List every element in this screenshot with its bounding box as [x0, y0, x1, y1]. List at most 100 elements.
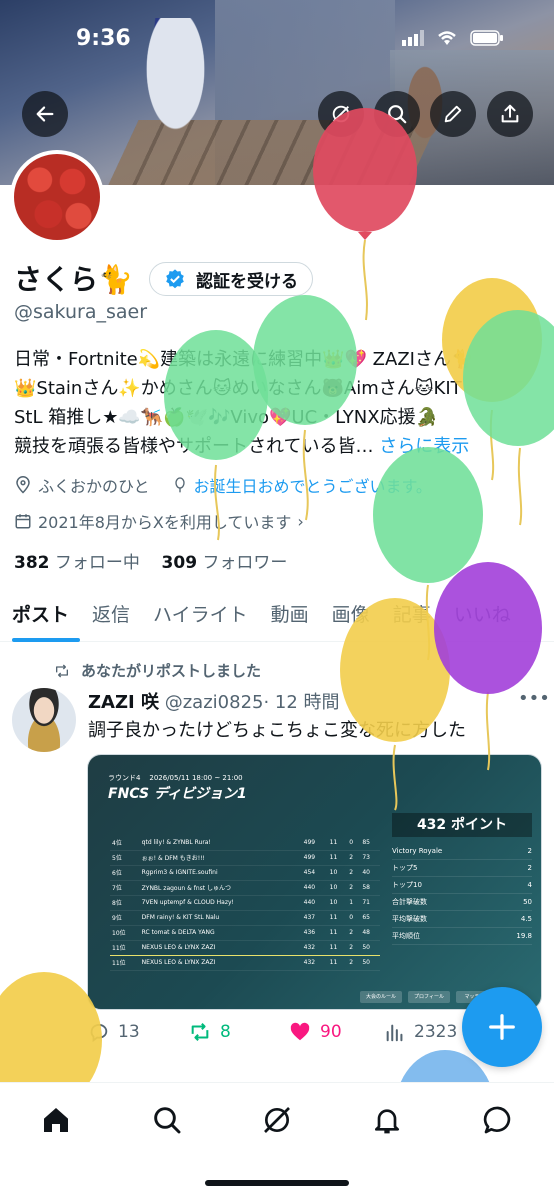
like-button[interactable]: 90 — [288, 1021, 384, 1043]
media-stats: Victory Royale 2 トップ5 2 トップ10 4 合計撃破数 50 平均撃破数 4.… — [392, 843, 532, 945]
post-time: · 12 時間 — [263, 692, 340, 713]
media-stat-row: 平均撃破数 4.5 — [392, 911, 532, 928]
profile-joined: 2021年8月からXを利用しています — [38, 513, 292, 532]
bio-line: 競技を頑張る皆様やサポートされている皆… — [14, 436, 374, 457]
leaderboard-row: 7位 ZYNBL zagoun & fnst しゅんつ 440 10 2 58 — [110, 880, 380, 896]
media-stat-row: トップ10 4 — [392, 877, 532, 894]
search-button[interactable] — [374, 91, 420, 137]
media-stat-row: トップ5 2 — [392, 860, 532, 877]
media-footer-button: プロフィール — [408, 991, 450, 1003]
joined-row: 2021年8月からXを利用しています › — [14, 509, 304, 533]
leaderboard-row: 4位 qtd lily! & ZYNBL Rura! 499 11 0 85 — [110, 835, 380, 851]
nav-messages[interactable] — [481, 1103, 515, 1137]
pencil-icon — [444, 105, 462, 123]
more-options-icon[interactable]: ••• — [518, 688, 550, 709]
calendar-icon — [15, 514, 31, 529]
battery-icon — [470, 30, 503, 46]
leaderboard-row: 6位 Rgprim3 & IGNITE.soufini 454 10 2 40 — [110, 865, 380, 881]
profile-meta-row: ふくおかのひと お誕生日おめでとうございます。 — [14, 473, 432, 497]
birthday-link[interactable]: お誕生日おめでとうございます。 — [194, 473, 432, 497]
bio-line: StL 箱推し★☁️🐕‍🦺🍏🕊️🎶Vivo💖UC・LYNX応援🐊 — [14, 407, 439, 428]
home-icon — [44, 1108, 68, 1132]
post-media-image[interactable]: ラウンド4 2026/05/11 18:00 ~ 21:00 FNCS ディビジ… — [87, 754, 542, 1010]
bio-line: 日常・Fortnite💫建築は永遠に練習中👑💖 ZAZIさん🐈 — [14, 349, 474, 370]
post-header: ZAZI 咲 @zazi0825· 12 時間 — [88, 688, 340, 714]
back-button[interactable] — [22, 91, 68, 137]
edit-button[interactable] — [430, 91, 476, 137]
profile-location: ふくおかのひと — [38, 477, 150, 496]
media-footer-button: 大会のルール — [360, 991, 402, 1003]
media-stat-row: Victory Royale 2 — [392, 843, 532, 860]
plus-icon — [489, 1014, 515, 1040]
following-link[interactable]: 382 フォロー中 — [14, 553, 140, 573]
media-stat-row: 合計撃破数 50 — [392, 894, 532, 911]
heart-icon — [290, 1022, 310, 1041]
reply-button[interactable]: 13 — [88, 1021, 188, 1043]
leaderboard-row: 8位 7VEN uptempf & CLOUD Hazy! 440 10 1 71 — [110, 895, 380, 911]
media-logo: FNCS ディビジョン1 — [108, 786, 247, 802]
repost-button[interactable]: 8 — [188, 1021, 288, 1043]
leaderboard-row: 11位 NEXUS LEO & LYNX ZAZI 432 11 2 50 — [110, 939, 380, 956]
bell-icon — [375, 1109, 399, 1134]
leaderboard-row: 5位 ぉぉ! & DFM もきお!!! 499 11 2 73 — [110, 850, 380, 866]
verified-badge-icon — [166, 269, 184, 289]
profile-avatar[interactable] — [10, 150, 104, 244]
follow-stats: 382 フォロー中 309 フォロワー — [14, 548, 287, 573]
share-icon — [501, 104, 519, 123]
grok-icon — [264, 1107, 290, 1133]
tab-articles[interactable]: 記事 — [381, 592, 442, 642]
reply-count: 13 — [118, 1022, 140, 1042]
tab-likes[interactable]: いいね — [442, 592, 522, 642]
leaderboard-row: 11位 NEXUS LEO & LYNX ZAZI 432 11 2 50 — [110, 955, 380, 971]
home-indicator — [205, 1180, 349, 1186]
media-stat-row: 平均順位 19.8 — [392, 928, 532, 945]
balloon-icon — [174, 477, 185, 493]
views-icon — [386, 1024, 403, 1042]
post-author-handle[interactable]: @zazi0825 — [165, 692, 264, 713]
profile-handle: @sakura_saer — [14, 301, 147, 323]
followers-link[interactable]: 309 フォロワー — [162, 553, 288, 573]
status-time: 9:36 — [76, 26, 131, 51]
bio-show-more-link[interactable]: さらに表示 — [379, 436, 469, 457]
back-arrow-icon — [36, 106, 54, 122]
tab-posts[interactable]: ポスト — [0, 592, 81, 642]
post-author-name[interactable]: ZAZI 咲 — [88, 692, 159, 713]
messages-icon — [483, 1106, 511, 1134]
get-verified-label: 認証を受ける — [196, 271, 298, 292]
nav-explore[interactable] — [150, 1103, 184, 1137]
repost-indicator: あなたがリポストしました — [53, 660, 261, 681]
leaderboard-row: 10位 RC tomat & DELTA YANG 436 11 2 48 — [110, 925, 380, 941]
get-verified-button[interactable]: 認証を受ける — [149, 262, 313, 296]
post-author-avatar[interactable] — [12, 688, 76, 752]
repost-count: 8 — [220, 1022, 231, 1042]
media-leaderboard: 4位 qtd lily! & ZYNBL Rura! 499 11 0 85 5位 ぉぉ! &… — [110, 835, 380, 971]
bio-line: 👑Stainさん✨かめさん🐱めいなさん🐻Aimさん🐱KIT — [14, 378, 462, 399]
like-count: 90 — [320, 1022, 342, 1042]
media-round: ラウンド4 2026/05/11 18:00 ~ 21:00 — [108, 774, 243, 782]
repost-icon — [56, 664, 68, 677]
tab-highlights[interactable]: ハイライト — [141, 592, 259, 642]
tab-replies[interactable]: 返信 — [80, 592, 141, 642]
search-icon — [154, 1107, 181, 1134]
leaderboard-row: 9位 DFM rainy! & KIT StL Nalu 437 11 0 65 — [110, 910, 380, 926]
post-text: 調子良かったけどちょこちょこ変な死に方した — [88, 720, 466, 741]
grok-button[interactable] — [318, 91, 364, 137]
share-button[interactable] — [487, 91, 533, 137]
signal-icon — [402, 30, 424, 46]
nav-home[interactable] — [39, 1103, 73, 1137]
wifi-icon — [438, 31, 456, 45]
repost-note-text: あなたがリポストしました — [81, 662, 262, 680]
search-icon — [388, 105, 407, 124]
views-count: 2323 — [414, 1022, 458, 1042]
compose-button[interactable] — [462, 987, 542, 1067]
grok-icon — [332, 105, 350, 123]
profile-tabs: ポスト 返信 ハイライト 動画 画像 記事 いいね — [0, 592, 554, 642]
tab-images[interactable]: 画像 — [320, 592, 381, 642]
location-pin-icon — [16, 476, 30, 494]
nav-notifications[interactable] — [370, 1103, 404, 1137]
media-points: 432 ポイント — [392, 813, 532, 837]
status-bar: 9:36 — [0, 26, 554, 58]
nav-grok[interactable] — [260, 1103, 294, 1137]
tab-videos[interactable]: 動画 — [259, 592, 320, 642]
chevron-right-icon[interactable]: › — [297, 512, 303, 531]
